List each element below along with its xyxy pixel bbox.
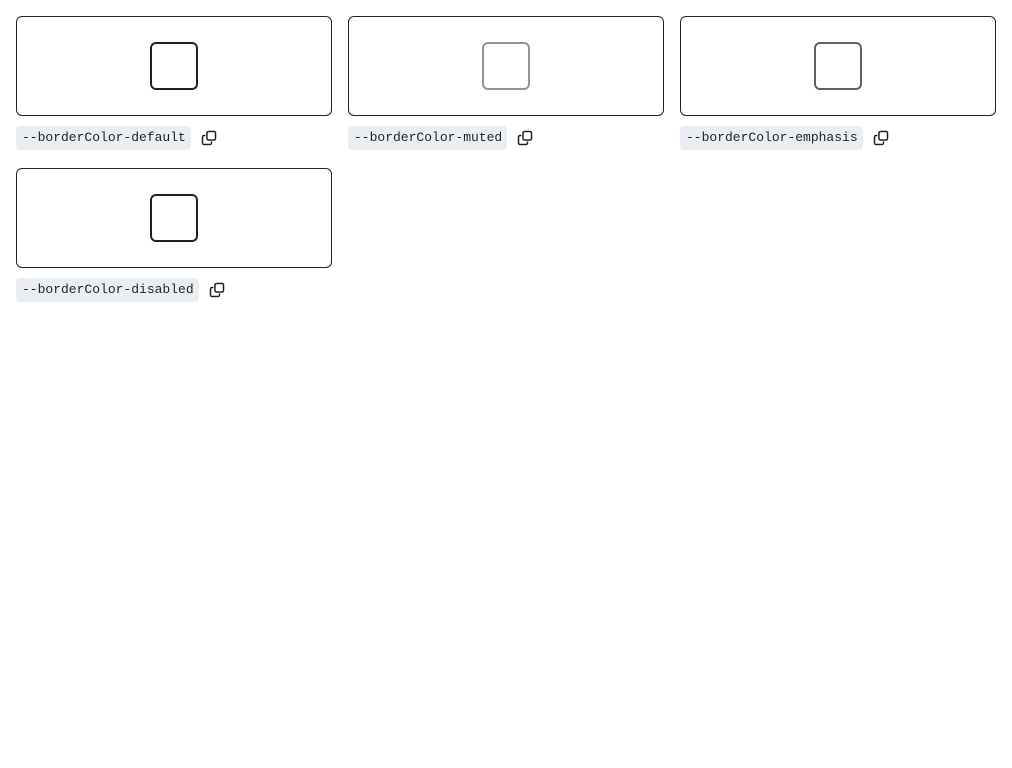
copy-icon — [873, 130, 889, 146]
copy-icon — [209, 282, 225, 298]
token-meta: --borderColor-muted — [348, 126, 664, 150]
border-swatch — [150, 194, 198, 242]
copy-icon — [201, 130, 217, 146]
token-preview-card — [680, 16, 996, 116]
copy-icon — [517, 130, 533, 146]
border-swatch — [482, 42, 530, 90]
token-item-disabled: --borderColor-disabled — [16, 168, 332, 302]
border-swatch — [814, 42, 862, 90]
border-swatch — [150, 42, 198, 90]
token-name-label: --borderColor-disabled — [16, 278, 199, 302]
token-item-muted: --borderColor-muted — [348, 16, 664, 150]
copy-button[interactable] — [871, 128, 891, 148]
token-name-label: --borderColor-muted — [348, 126, 508, 150]
token-name-label: --borderColor-emphasis — [680, 126, 863, 150]
token-grid: --borderColor-default --borderColor-mute… — [16, 16, 996, 302]
token-meta: --borderColor-default — [16, 126, 332, 150]
copy-button[interactable] — [207, 280, 227, 300]
token-preview-card — [348, 16, 664, 116]
token-meta: --borderColor-disabled — [16, 278, 332, 302]
token-preview-card — [16, 168, 332, 268]
token-item-default: --borderColor-default — [16, 16, 332, 150]
token-item-emphasis: --borderColor-emphasis — [680, 16, 996, 150]
copy-button[interactable] — [515, 128, 535, 148]
token-preview-card — [16, 16, 332, 116]
token-name-label: --borderColor-default — [16, 126, 191, 150]
copy-button[interactable] — [199, 128, 219, 148]
token-meta: --borderColor-emphasis — [680, 126, 996, 150]
